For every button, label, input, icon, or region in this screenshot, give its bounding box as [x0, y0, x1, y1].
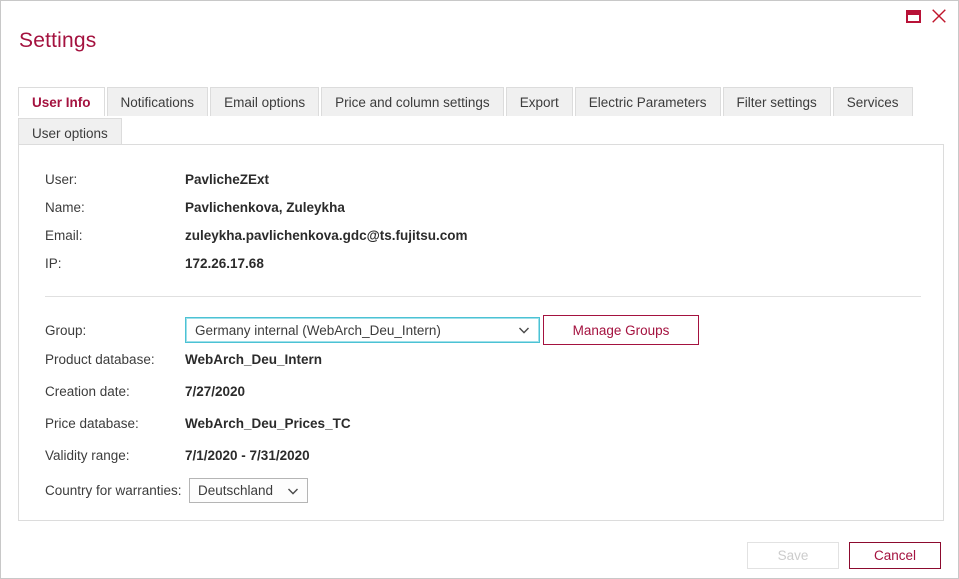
tab-user-info[interactable]: User Info: [18, 87, 105, 116]
tab-filter-settings[interactable]: Filter settings: [722, 87, 831, 116]
tab-notifications[interactable]: Notifications: [106, 87, 209, 116]
content-panel: User: PavlicheZExt Name: Pavlichenkova, …: [18, 144, 944, 521]
user-value: PavlicheZExt: [185, 172, 270, 187]
tab-email-options[interactable]: Email options: [210, 87, 320, 116]
name-value: Pavlichenkova, Zuleykha: [185, 200, 345, 215]
product-database-value: WebArch_Deu_Intern: [185, 352, 323, 367]
close-window-icon[interactable]: [931, 8, 947, 24]
group-label: Group:: [45, 322, 87, 338]
tabstrip: User Info Notifications Email options Pr…: [18, 86, 944, 147]
country-for-warranties-label: Country for warranties:: [45, 483, 182, 498]
email-value: zuleykha.pavlichenkova.gdc@ts.fujitsu.co…: [185, 228, 468, 243]
email-label: Email:: [45, 228, 83, 243]
user-label: User:: [45, 172, 78, 187]
group-select-value: Germany internal (WebArch_Deu_Intern): [195, 322, 441, 338]
field-creation-date: Creation date: 7/27/2020: [45, 384, 245, 399]
page-title: Settings: [19, 29, 97, 52]
tab-row-secondary: User options: [18, 117, 944, 147]
settings-window: Settings User Info Notifications Email o…: [0, 0, 959, 579]
field-ip: IP: 172.26.17.68: [45, 256, 264, 271]
tab-user-options[interactable]: User options: [18, 118, 122, 147]
field-product-database: Product database: WebArch_Deu_Intern: [45, 352, 322, 367]
field-name: Name: Pavlichenkova, Zuleykha: [45, 200, 345, 215]
cancel-button[interactable]: Cancel: [849, 542, 941, 569]
tab-price-and-column-settings[interactable]: Price and column settings: [321, 87, 504, 116]
chevron-down-icon: [518, 327, 530, 334]
section-divider: [45, 296, 921, 297]
chevron-down-icon: [287, 488, 299, 495]
restore-window-icon[interactable]: [906, 9, 921, 23]
creation-date-label: Creation date:: [45, 384, 130, 399]
field-validity-range: Validity range: 7/1/2020 - 7/31/2020: [45, 448, 310, 463]
validity-range-label: Validity range:: [45, 448, 130, 463]
ip-value: 172.26.17.68: [185, 256, 264, 271]
dialog-footer: Save Cancel: [747, 542, 941, 569]
manage-groups-button[interactable]: Manage Groups: [543, 315, 699, 345]
country-select-value: Deutschland: [198, 483, 274, 498]
tab-services[interactable]: Services: [832, 87, 913, 116]
country-select[interactable]: Deutschland: [189, 478, 308, 503]
name-label: Name:: [45, 200, 85, 215]
price-database-value: WebArch_Deu_Prices_TC: [185, 416, 351, 431]
ip-label: IP:: [45, 256, 62, 271]
tab-export[interactable]: Export: [505, 87, 573, 116]
field-user: User: PavlicheZExt: [45, 172, 269, 187]
price-database-label: Price database:: [45, 416, 139, 431]
tab-row-primary: User Info Notifications Email options Pr…: [18, 86, 944, 116]
product-database-label: Product database:: [45, 352, 155, 367]
window-controls: [906, 8, 947, 24]
save-button[interactable]: Save: [747, 542, 839, 569]
field-email: Email: zuleykha.pavlichenkova.gdc@ts.fuj…: [45, 228, 468, 243]
tab-electric-parameters[interactable]: Electric Parameters: [574, 87, 721, 116]
creation-date-value: 7/27/2020: [185, 384, 246, 399]
validity-range-value: 7/1/2020 - 7/31/2020: [185, 448, 310, 463]
group-select[interactable]: Germany internal (WebArch_Deu_Intern): [185, 317, 540, 343]
field-country-for-warranties: Country for warranties: Deutschland: [45, 478, 308, 503]
field-group: Group: Germany internal (WebArch_Deu_Int…: [45, 317, 540, 343]
field-price-database: Price database: WebArch_Deu_Prices_TC: [45, 416, 351, 431]
